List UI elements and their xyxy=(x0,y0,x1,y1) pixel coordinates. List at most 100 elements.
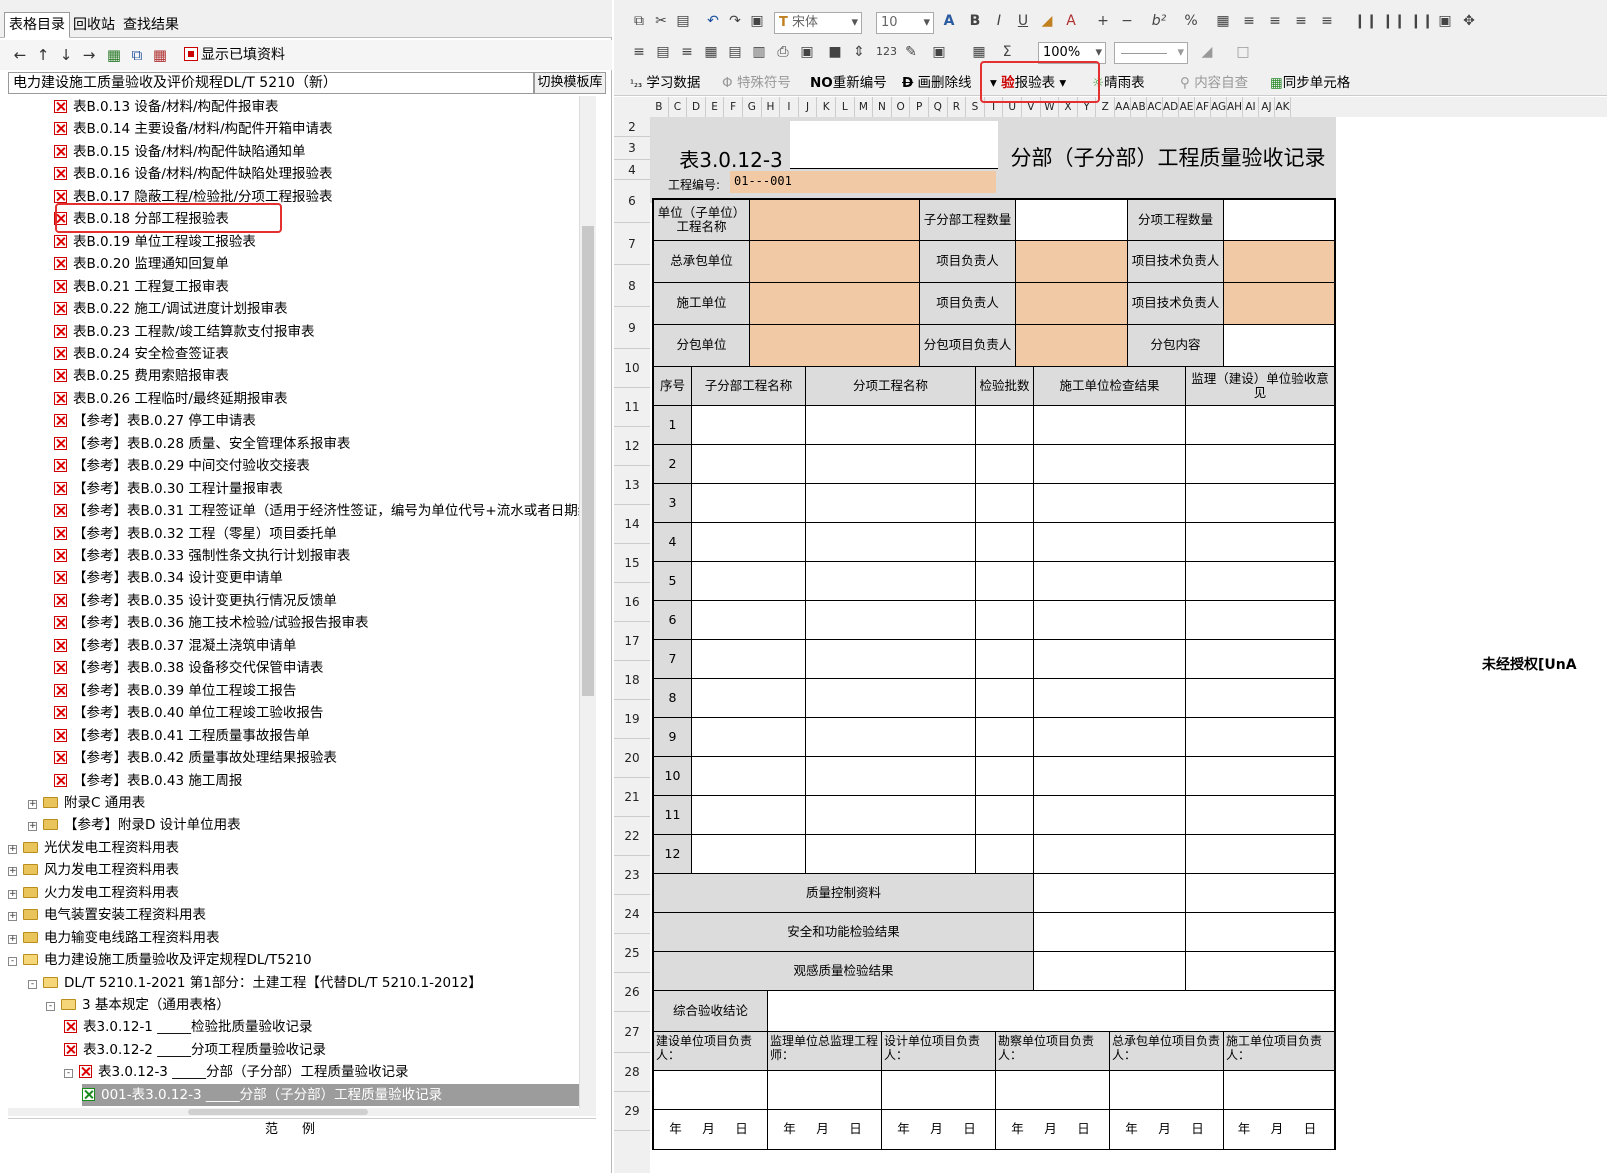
barcode2-icon[interactable]: ❙❙ xyxy=(1382,12,1405,30)
row-label[interactable]: 28 xyxy=(614,1053,650,1092)
down-arrow-icon[interactable]: ↓ xyxy=(56,45,76,65)
column-label[interactable]: O xyxy=(892,97,911,117)
grid-input[interactable] xyxy=(1186,445,1336,484)
superscript-icon[interactable]: b² xyxy=(1150,12,1168,30)
grid-input[interactable] xyxy=(1186,601,1336,640)
signature-input[interactable] xyxy=(996,1071,1110,1110)
scrollbar-thumb[interactable] xyxy=(582,226,594,696)
grid-header[interactable]: 监理（建设）单位验收意见 xyxy=(1186,367,1336,406)
grid-header[interactable]: 检验批数 xyxy=(976,367,1034,406)
tree-item[interactable]: 表B.0.22 施工/调试进度计划报审表 xyxy=(54,298,287,320)
grid-input[interactable] xyxy=(692,406,806,445)
info-label[interactable]: 项目负责人 xyxy=(920,283,1016,325)
tree-item[interactable]: 【参考】表B.0.35 设计变更执行情况反馈单 xyxy=(54,590,337,612)
grid-input[interactable] xyxy=(1034,406,1186,445)
grid-header[interactable]: 子分部工程名称 xyxy=(692,367,806,406)
justify-icon[interactable]: ≡ xyxy=(1318,12,1336,30)
row-number[interactable]: 3 xyxy=(652,484,692,523)
grid-input[interactable] xyxy=(1034,445,1186,484)
minus-icon[interactable]: − xyxy=(1118,12,1136,30)
row-label[interactable]: 24 xyxy=(614,895,650,934)
undo-icon[interactable]: ↶ xyxy=(704,12,722,30)
tab-recycle-bin[interactable]: 回收站 xyxy=(68,12,120,38)
column-label[interactable]: AE xyxy=(1179,97,1195,117)
barcode3-icon[interactable]: ❙❙ xyxy=(1410,12,1433,30)
forward-arrow-icon[interactable]: → xyxy=(79,45,99,65)
expand-icon[interactable]: + xyxy=(8,844,17,854)
row-label[interactable]: 18 xyxy=(614,661,650,700)
tree-item[interactable]: 【参考】表B.0.29 中间交付验收交接表 xyxy=(54,455,310,477)
column-label[interactable]: N xyxy=(873,97,892,117)
column-label[interactable]: J xyxy=(799,97,818,117)
signer-label[interactable]: 施工单位项目负责人： xyxy=(1224,1032,1336,1071)
column-label[interactable]: B xyxy=(650,97,669,117)
row-label[interactable]: 16 xyxy=(614,583,650,622)
row-label[interactable]: 3 xyxy=(614,137,650,160)
grid-input[interactable] xyxy=(692,796,806,835)
title-prefix[interactable]: 表3.0.12-3 xyxy=(676,147,786,173)
grid-input[interactable] xyxy=(1034,796,1186,835)
date-field[interactable]: 年 月 日 xyxy=(768,1110,882,1150)
column-label[interactable]: E xyxy=(706,97,725,117)
info-input[interactable] xyxy=(1224,198,1336,241)
signer-label[interactable]: 设计单位项目负责人： xyxy=(882,1032,996,1071)
tree-item[interactable]: 【参考】表B.0.32 工程（零星）项目委托单 xyxy=(54,523,337,545)
number-icon[interactable]: 123 xyxy=(876,43,897,61)
content-check-button[interactable]: ⚲ 内容自查 xyxy=(1180,72,1248,94)
info-input[interactable] xyxy=(750,241,920,283)
column-label[interactable]: AH xyxy=(1227,97,1243,117)
date-field[interactable]: 年 月 日 xyxy=(652,1110,768,1150)
row-label[interactable]: 25 xyxy=(614,934,650,973)
page-title[interactable]: 分部（子分部）工程质量验收记录 xyxy=(1000,143,1336,173)
row-label[interactable]: 19 xyxy=(614,700,650,739)
row-number[interactable]: 12 xyxy=(652,835,692,874)
column-label[interactable]: G xyxy=(743,97,762,117)
tree-item[interactable]: 表B.0.24 安全检查签证表 xyxy=(54,343,229,365)
grid-input[interactable] xyxy=(806,640,976,679)
column-label[interactable]: AJ xyxy=(1259,97,1275,117)
column-label[interactable]: AF xyxy=(1195,97,1211,117)
picture-icon[interactable]: ▣ xyxy=(930,43,948,61)
font-name-select[interactable]: T 宋体 ▾ xyxy=(774,12,862,34)
tree-item[interactable]: + 火力发电工程资料用表 xyxy=(8,882,179,904)
column-label[interactable]: AK xyxy=(1275,97,1291,117)
signature-input[interactable] xyxy=(882,1071,996,1110)
grid-input[interactable] xyxy=(1186,406,1336,445)
row-number[interactable]: 7 xyxy=(652,640,692,679)
info-label[interactable]: 分包内容 xyxy=(1128,325,1224,367)
info-input[interactable] xyxy=(750,198,920,241)
tree-item[interactable]: 【参考】表B.0.31 工程签证单（适用于经济性签证，编号为单位代号+流水或者日… xyxy=(54,500,596,522)
tree-item[interactable]: + 电气装置安装工程资料用表 xyxy=(8,904,206,926)
grid-input[interactable] xyxy=(806,601,976,640)
grid-input[interactable] xyxy=(976,640,1034,679)
info-label[interactable]: 项目技术负责人 xyxy=(1128,283,1224,325)
row-label[interactable]: 20 xyxy=(614,739,650,778)
tree-item[interactable]: 表B.0.15 设备/材料/构配件缺陷通知单 xyxy=(54,141,306,163)
info-input[interactable] xyxy=(1016,241,1128,283)
collapse-icon[interactable]: - xyxy=(28,979,37,989)
signature-input[interactable] xyxy=(652,1071,768,1110)
grid-input[interactable] xyxy=(806,406,976,445)
info-input[interactable] xyxy=(1224,241,1336,283)
info-label[interactable]: 总承包单位 xyxy=(652,241,750,283)
row-number[interactable]: 11 xyxy=(652,796,692,835)
quality-opinion[interactable] xyxy=(1186,874,1336,913)
expand-icon[interactable]: + xyxy=(8,889,17,899)
grid-input[interactable] xyxy=(1186,718,1336,757)
merge-icon[interactable]: ≡ xyxy=(678,43,696,61)
tree-item[interactable]: - 电力建设施工质量验收及评定规程DL/T5210 xyxy=(8,949,312,971)
row-label[interactable]: 23 xyxy=(614,856,650,895)
font-size-select[interactable]: 10 ▾ xyxy=(876,12,934,34)
tree-vertical-scrollbar[interactable] xyxy=(579,96,596,1108)
grid-input[interactable] xyxy=(692,757,806,796)
grid-header[interactable]: 分项工程名称 xyxy=(806,367,976,406)
collapse-icon[interactable]: - xyxy=(64,1069,73,1079)
bold-icon[interactable]: B xyxy=(966,12,984,30)
grid-input[interactable] xyxy=(692,640,806,679)
quality-result[interactable] xyxy=(1034,913,1186,952)
signer-label[interactable]: 总承包单位项目负责人： xyxy=(1110,1032,1224,1071)
row-label[interactable]: 6 xyxy=(614,180,650,223)
font-color-icon[interactable]: A xyxy=(1062,12,1080,30)
signer-label[interactable]: 监理单位总监理工程师： xyxy=(768,1032,882,1071)
tree-item[interactable]: 001-表3.0.12-3 _____分部（子分部）工程质量验收记录 xyxy=(82,1083,583,1106)
